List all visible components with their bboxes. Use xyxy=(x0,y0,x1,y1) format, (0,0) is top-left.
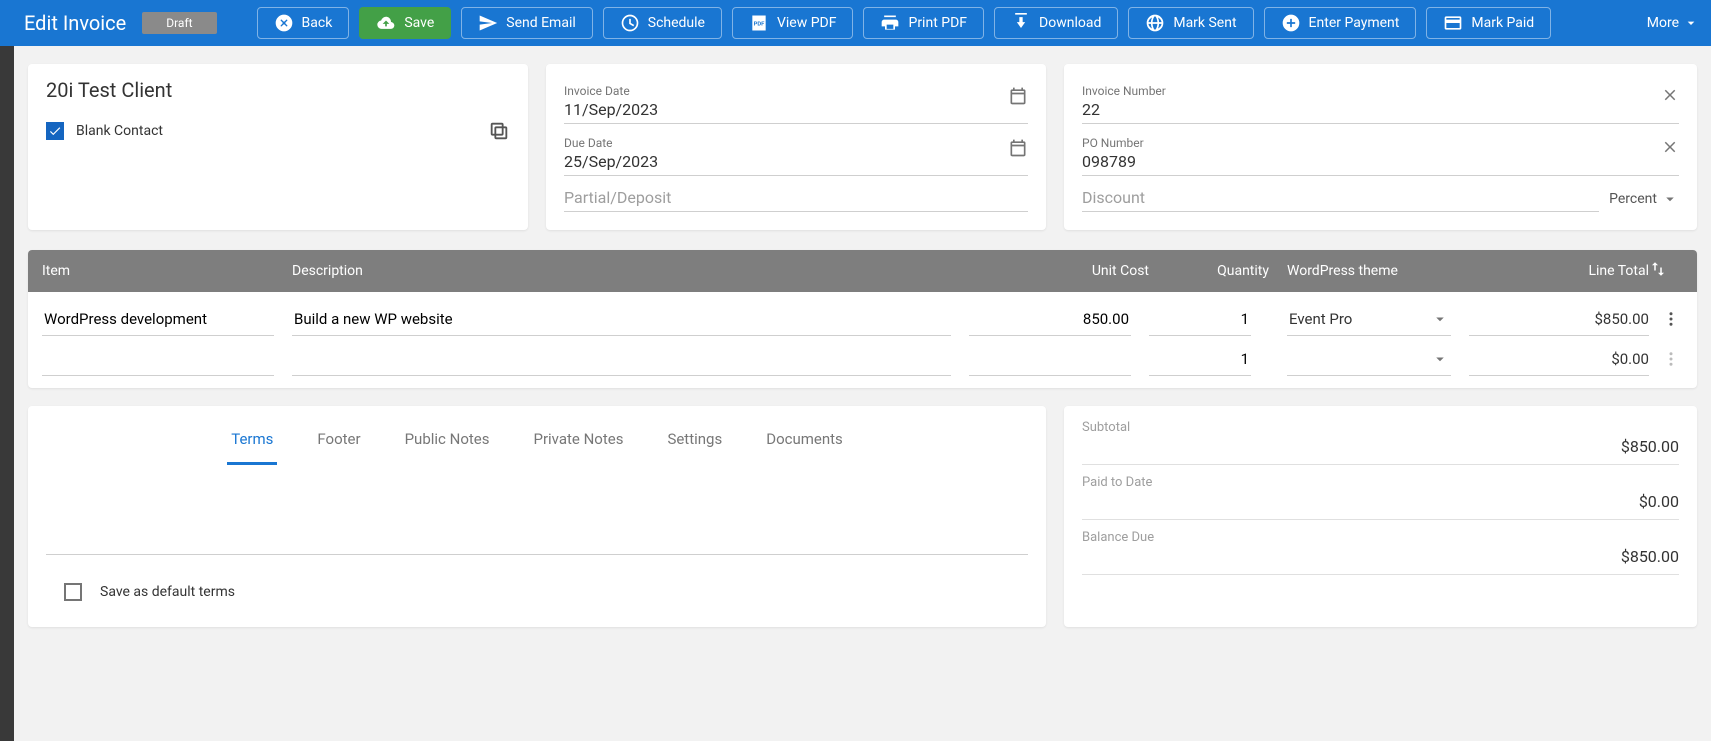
contact-name: Blank Contact xyxy=(76,123,163,139)
save-button[interactable]: Save xyxy=(359,7,451,39)
line-total: $850.00 xyxy=(1469,302,1649,336)
card-icon xyxy=(1443,13,1463,33)
row-menu[interactable] xyxy=(1649,310,1693,328)
print-icon xyxy=(880,13,900,33)
cancel-icon xyxy=(274,13,294,33)
svg-text:PDF: PDF xyxy=(754,22,766,28)
print-pdf-button[interactable]: Print PDF xyxy=(863,7,984,39)
tab-terms[interactable]: Terms xyxy=(227,416,277,465)
clear-icon[interactable] xyxy=(1661,86,1679,104)
add-circle-icon xyxy=(1281,13,1301,33)
client-name: 20i Test Client xyxy=(46,78,510,102)
tab-private-notes[interactable]: Private Notes xyxy=(529,416,627,464)
download-icon xyxy=(1011,13,1031,33)
item-input[interactable] xyxy=(42,342,274,376)
copy-icon[interactable] xyxy=(488,120,510,142)
mark-paid-button[interactable]: Mark Paid xyxy=(1426,7,1551,39)
globe-icon xyxy=(1145,13,1165,33)
discount-type-select[interactable]: Percent xyxy=(1609,190,1679,212)
download-button[interactable]: Download xyxy=(994,7,1118,39)
cloud-save-icon xyxy=(376,13,396,33)
balance-row: Balance Due $850.00 xyxy=(1082,524,1679,575)
chevron-down-icon xyxy=(1683,15,1699,31)
notes-card: Terms Footer Public Notes Private Notes … xyxy=(28,406,1046,627)
unit-cost-input[interactable] xyxy=(969,342,1131,376)
line-total: $0.00 xyxy=(1469,342,1649,376)
description-input[interactable] xyxy=(292,342,951,376)
item-input[interactable] xyxy=(42,302,274,336)
tabs: Terms Footer Public Notes Private Notes … xyxy=(46,416,1028,464)
theme-select[interactable]: Event Pro xyxy=(1287,302,1451,336)
po-number-field[interactable]: PO Number 098789 xyxy=(1082,130,1679,176)
back-button[interactable]: Back xyxy=(257,7,350,39)
contact-checkbox[interactable] xyxy=(46,122,64,140)
enter-payment-button[interactable]: Enter Payment xyxy=(1264,7,1417,39)
clock-icon xyxy=(620,13,640,33)
invoice-date-field[interactable]: Invoice Date 11/Sep/2023 xyxy=(564,78,1028,124)
status-badge: Draft xyxy=(142,12,216,34)
partial-deposit-field[interactable]: Partial/Deposit xyxy=(564,182,1028,212)
description-input[interactable] xyxy=(292,302,951,336)
save-default-label: Save as default terms xyxy=(100,584,235,600)
toolbar: Edit Invoice Draft Back Save Send Email … xyxy=(0,0,1711,46)
meta-card: Invoice Number 22 PO Number 098789 Disco… xyxy=(1064,64,1697,230)
items-table: Item Description Unit Cost Quantity Word… xyxy=(28,250,1697,388)
tab-documents[interactable]: Documents xyxy=(762,416,847,464)
table-row: $0.00 xyxy=(28,336,1697,388)
items-header: Item Description Unit Cost Quantity Word… xyxy=(28,250,1697,292)
row-menu[interactable] xyxy=(1649,350,1693,368)
invoice-number-field[interactable]: Invoice Number 22 xyxy=(1082,78,1679,124)
more-vert-icon xyxy=(1662,350,1680,368)
chevron-down-icon xyxy=(1661,190,1679,208)
save-default-checkbox[interactable] xyxy=(64,583,82,601)
chevron-down-icon xyxy=(1431,350,1449,368)
pdf-icon: PDF xyxy=(749,13,769,33)
schedule-button[interactable]: Schedule xyxy=(603,7,722,39)
sidebar-sliver xyxy=(0,46,14,741)
more-menu[interactable]: More xyxy=(1647,15,1699,31)
client-card: 20i Test Client Blank Contact xyxy=(28,64,528,230)
tab-footer[interactable]: Footer xyxy=(313,416,364,464)
due-date-field[interactable]: Due Date 25/Sep/2023 xyxy=(564,130,1028,176)
totals-card: Subtotal $850.00 Paid to Date $0.00 Bala… xyxy=(1064,406,1697,627)
check-icon xyxy=(48,124,62,138)
sort-icon[interactable] xyxy=(1649,260,1667,278)
chevron-down-icon xyxy=(1431,310,1449,328)
unit-cost-input[interactable] xyxy=(969,302,1131,336)
send-email-button[interactable]: Send Email xyxy=(461,7,593,39)
view-pdf-button[interactable]: PDF View PDF xyxy=(732,7,854,39)
paid-row: Paid to Date $0.00 xyxy=(1082,469,1679,520)
quantity-input[interactable] xyxy=(1149,342,1251,376)
clear-icon[interactable] xyxy=(1661,138,1679,156)
send-icon xyxy=(478,13,498,33)
quantity-input[interactable] xyxy=(1149,302,1251,336)
calendar-icon[interactable] xyxy=(1008,138,1028,158)
page-title: Edit Invoice xyxy=(24,11,126,35)
terms-textarea[interactable] xyxy=(46,554,1028,555)
tab-settings[interactable]: Settings xyxy=(663,416,726,464)
subtotal-row: Subtotal $850.00 xyxy=(1082,414,1679,465)
tab-public-notes[interactable]: Public Notes xyxy=(401,416,494,464)
more-vert-icon xyxy=(1662,310,1680,328)
discount-field[interactable]: Discount xyxy=(1082,182,1599,212)
mark-sent-button[interactable]: Mark Sent xyxy=(1128,7,1253,39)
calendar-icon[interactable] xyxy=(1008,86,1028,106)
theme-select[interactable] xyxy=(1287,342,1451,376)
table-row: Event Pro $850.00 xyxy=(28,292,1697,336)
dates-card: Invoice Date 11/Sep/2023 Due Date 25/Sep… xyxy=(546,64,1046,230)
